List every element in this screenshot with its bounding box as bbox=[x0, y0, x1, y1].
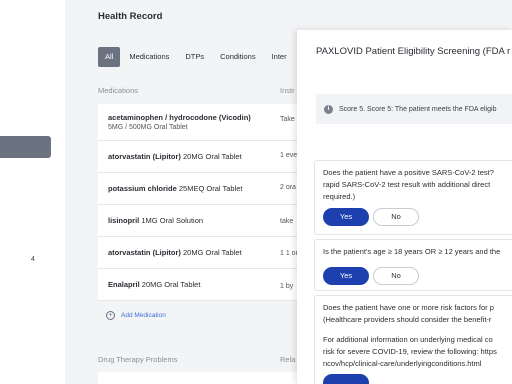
question-text: For additional information on underlying… bbox=[323, 335, 493, 344]
medication-name: atorvastatin (Lipitor) bbox=[108, 152, 181, 161]
no-button[interactable]: No bbox=[373, 267, 419, 285]
page-title: Health Record bbox=[98, 11, 163, 22]
no-button[interactable]: No bbox=[373, 208, 419, 226]
medication-instructions: 1 eve bbox=[280, 152, 298, 159]
medication-dose: 20MG Oral Tablet bbox=[183, 152, 242, 161]
question-text: Is the patient's age ≥ 18 years OR ≥ 12 … bbox=[323, 247, 501, 256]
score-text: Score 5. Score 5: The patient meets the … bbox=[339, 105, 497, 113]
plus-circle-icon: + bbox=[106, 310, 115, 320]
question-text: ncov/hcp/clinical-care/underlyingconditi… bbox=[323, 359, 482, 368]
medication-instructions: 1 by bbox=[280, 283, 294, 290]
tab-all[interactable]: All bbox=[98, 47, 121, 67]
dtp-row[interactable] bbox=[98, 372, 318, 384]
question-text: required.) bbox=[323, 192, 356, 201]
yes-button[interactable]: Yes bbox=[323, 208, 369, 226]
instructions-column-header: Instr bbox=[280, 86, 295, 95]
nav-item-active[interactable] bbox=[0, 136, 51, 158]
medication-dose: 5MG / 500MG Oral Tablet bbox=[108, 124, 188, 131]
question-text: risk for severe COVID-19, review the fol… bbox=[323, 347, 497, 356]
question-text: Does the patient have one or more risk f… bbox=[323, 303, 494, 312]
dtp-relation-column-header: Rela bbox=[280, 355, 296, 364]
medication-instructions: take bbox=[280, 218, 294, 225]
medication-dose: 1MG Oral Solution bbox=[141, 216, 204, 225]
nav-count-badge: 4 bbox=[31, 256, 35, 263]
tab-dtps[interactable]: DTPs bbox=[178, 47, 211, 67]
medication-instructions: 2 ora bbox=[280, 184, 296, 191]
question-text: Does the patient have a positive SARS-Co… bbox=[323, 168, 494, 177]
question-card: Is the patient's age ≥ 18 years OR ≥ 12 … bbox=[314, 239, 512, 291]
medication-instructions: Take bbox=[280, 116, 295, 123]
record-tabs: All Medications DTPs Conditions Inter bbox=[98, 47, 294, 67]
dtp-column-header: Drug Therapy Problems bbox=[98, 355, 178, 364]
medication-dose: 25MEQ Oral Tablet bbox=[178, 184, 243, 193]
question-spacer bbox=[323, 326, 512, 334]
yes-button[interactable]: Yes bbox=[323, 267, 369, 285]
medication-name: atorvastatin (Lipitor) bbox=[108, 248, 181, 257]
add-medication-label: Add Medication bbox=[121, 311, 166, 319]
add-medication-button[interactable]: + Add Medication bbox=[98, 304, 318, 326]
question-card: Does the patient have one or more risk f… bbox=[314, 295, 512, 384]
medication-dose: 20MG Oral Tablet bbox=[183, 248, 242, 257]
medication-instructions: 1 1 or bbox=[280, 250, 298, 257]
medication-name: lisinopril bbox=[108, 216, 140, 225]
medications-column-header: Medications bbox=[98, 86, 139, 95]
side-navigation: 4 bbox=[0, 0, 65, 384]
medication-list: acetaminophen / hydrocodone (Vicodin) 5M… bbox=[98, 104, 318, 301]
panel-title: PAXLOVID Patient Eligibility Screening (… bbox=[316, 46, 511, 57]
question-text: (Healthcare providers should consider th… bbox=[323, 315, 492, 324]
tab-interactions[interactable]: Inter bbox=[265, 47, 294, 67]
medication-name: Enalapril bbox=[108, 280, 140, 289]
eligibility-screening-panel: PAXLOVID Patient Eligibility Screening (… bbox=[297, 30, 512, 384]
tab-conditions[interactable]: Conditions bbox=[213, 47, 262, 67]
question-text: rapid SARS-CoV-2 test result with additi… bbox=[323, 180, 491, 189]
tab-medications[interactable]: Medications bbox=[122, 47, 176, 67]
info-icon: i bbox=[324, 104, 333, 114]
yes-button[interactable] bbox=[323, 374, 369, 384]
score-banner: i Score 5. Score 5: The patient meets th… bbox=[316, 94, 512, 124]
question-card: Does the patient have a positive SARS-Co… bbox=[314, 160, 512, 235]
medication-name: potassium chloride bbox=[108, 184, 177, 193]
medication-dose: 20MG Oral Tablet bbox=[141, 280, 201, 289]
